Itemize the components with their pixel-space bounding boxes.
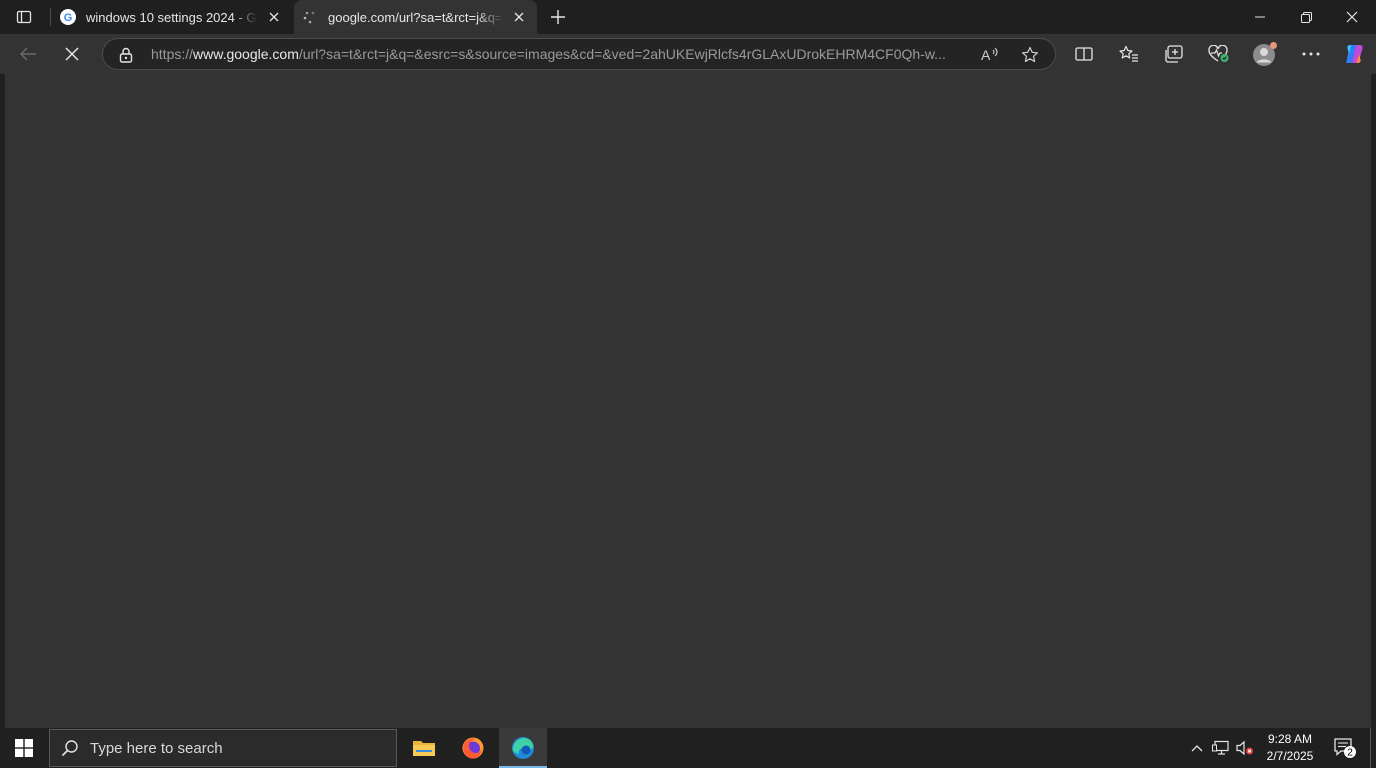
stop-loading-button[interactable] [56, 38, 88, 70]
url-text[interactable]: https://www.google.com/url?sa=t&rct=j&q=… [151, 39, 971, 69]
google-g-icon: G [60, 9, 76, 25]
clock-time: 9:28 AM [1267, 732, 1313, 746]
plus-icon [551, 10, 565, 24]
loading-spinner-icon [302, 9, 318, 25]
notification-count: 2 [1347, 748, 1353, 759]
windows-logo-icon [15, 739, 33, 757]
collections-button[interactable] [1158, 38, 1190, 70]
back-button[interactable] [12, 38, 44, 70]
favorites-button[interactable] [1113, 38, 1145, 70]
split-screen-icon [1075, 47, 1093, 61]
browser-essentials-button[interactable] [1203, 38, 1235, 70]
show-desktop-button[interactable] [1370, 728, 1376, 768]
search-placeholder: Type here to search [90, 739, 223, 757]
file-explorer-taskbar-button[interactable] [400, 728, 448, 768]
settings-more-button[interactable] [1295, 38, 1327, 70]
restore-button[interactable] [1283, 0, 1329, 34]
favorites-list-icon [1119, 45, 1138, 62]
address-bar[interactable]: https://www.google.com/url?sa=t&rct=j&q=… [102, 38, 1056, 70]
copilot-icon [1346, 45, 1363, 63]
taskbar-clock[interactable]: 9:28 AM 2/7/2025 [1258, 731, 1322, 765]
split-screen-button[interactable] [1068, 38, 1100, 70]
tab-title: google.com/url?sa=t&rct=j&q=&esrc=s [328, 9, 503, 25]
firefox-icon [462, 737, 484, 759]
show-hidden-icons-button[interactable] [1186, 728, 1208, 768]
taskbar-search-box[interactable]: Type here to search [49, 729, 397, 767]
tab-google-search[interactable]: G windows 10 settings 2024 - Google Sear… [52, 0, 292, 34]
volume-muted-icon [1236, 740, 1253, 756]
close-window-button[interactable] [1329, 0, 1375, 34]
collections-icon [1165, 45, 1183, 63]
profile-button[interactable] [1249, 38, 1281, 70]
edge-taskbar-button[interactable] [499, 728, 547, 768]
more-horizontal-icon [1302, 52, 1320, 56]
firefox-taskbar-button[interactable] [449, 728, 497, 768]
navigation-toolbar: https://www.google.com/url?sa=t&rct=j&q=… [0, 34, 1376, 74]
read-aloud-letter: A [981, 47, 991, 63]
new-tab-button[interactable] [545, 5, 571, 29]
notification-center-button[interactable]: 2 [1330, 728, 1360, 768]
windows-taskbar: Type here to search 9:28 AM 2/7/2025 2 [0, 728, 1376, 768]
favorite-star-icon[interactable] [1019, 44, 1041, 66]
tab-google-redirect[interactable]: google.com/url?sa=t&rct=j&q=&esrc=s [294, 0, 537, 34]
tab-title: windows 10 settings 2024 - Google Search [86, 9, 258, 25]
chevron-up-icon [1191, 745, 1203, 752]
close-tab-icon[interactable] [509, 7, 529, 27]
volume-tray-button[interactable] [1234, 728, 1256, 768]
url-host: www.google.com [193, 46, 299, 62]
read-aloud-icon[interactable]: A [979, 44, 1001, 66]
browser-window: G windows 10 settings 2024 - Google Sear… [0, 0, 1376, 728]
network-tray-button[interactable] [1210, 728, 1232, 768]
lock-icon[interactable] [117, 46, 135, 64]
tab-separator [50, 8, 51, 26]
restore-icon [1300, 11, 1312, 23]
profile-avatar-icon [1253, 42, 1277, 66]
start-button[interactable] [0, 728, 48, 768]
edge-icon [512, 737, 534, 759]
tab-strip: G windows 10 settings 2024 - Google Sear… [0, 0, 1376, 34]
tab-actions-icon [16, 10, 32, 24]
close-tab-icon[interactable] [264, 7, 284, 27]
svg-text:G: G [64, 12, 73, 24]
url-prefix: https:// [151, 46, 194, 62]
folder-icon [413, 741, 435, 756]
minimize-button[interactable] [1237, 0, 1283, 34]
heart-pulse-icon [1208, 45, 1229, 62]
clock-date: 2/7/2025 [1266, 749, 1314, 763]
notification-icon: 2 [1334, 738, 1356, 759]
network-icon [1212, 740, 1229, 755]
stop-icon [65, 47, 79, 61]
back-arrow-icon [19, 47, 36, 61]
minimize-icon [1255, 16, 1265, 18]
copilot-button[interactable] [1338, 38, 1370, 70]
page-content[interactable] [5, 74, 1371, 728]
search-icon [50, 729, 90, 767]
url-path: /url?sa=t&rct=j&q=&esrc=s&source=images&… [298, 46, 946, 62]
close-icon [1346, 11, 1358, 23]
tab-actions-button[interactable] [8, 4, 40, 30]
